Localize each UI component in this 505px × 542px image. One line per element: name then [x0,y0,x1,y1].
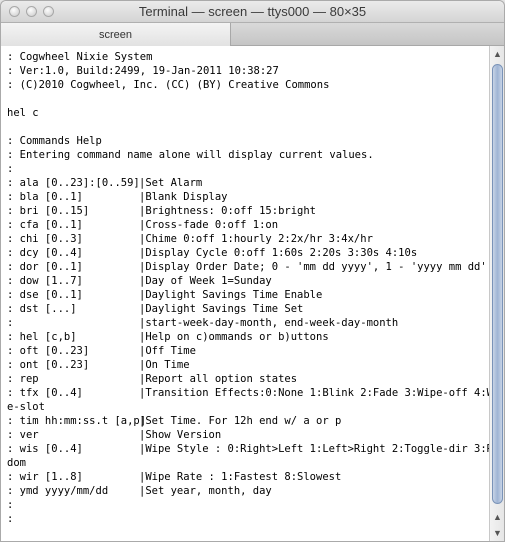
zoom-icon[interactable] [43,6,54,17]
command-row: : dcy [0..4]|Display Cycle 0:off 1:60s 2… [7,246,498,260]
prompt-line: : [7,512,498,526]
command-row: : tfx [0..4]|Transition Effects:0:None 1… [7,386,498,400]
prompt-line: : [7,498,498,512]
command-row: : chi [0..3]|Chime 0:off 1:hourly 2:2x/h… [7,232,498,246]
close-icon[interactable] [9,6,20,17]
scroll-up-icon[interactable]: ▲ [490,509,504,525]
command-row: : bri [0..15]|Brightness: 0:off 15:brigh… [7,204,498,218]
command-row: : oft [0..23]|Off Time [7,344,498,358]
help-header: : Commands Help [7,134,498,148]
command-row: : wis [0..4]|Wipe Style : 0:Right>Left 1… [7,442,498,456]
command-row: : ont [0..23]|On Time [7,358,498,372]
titlebar[interactable]: Terminal — screen — ttys000 — 80×35 [1,1,504,23]
command-row: : cfa [0..1]|Cross-fade 0:off 1:on [7,218,498,232]
command-row-wrap: dom [7,456,498,470]
command-row: : dor [0..1]|Display Order Date; 0 - 'mm… [7,260,498,274]
content-area: : Cogwheel Nixie System: Ver:1.0, Build:… [1,46,504,541]
input-line: hel c [7,106,498,120]
command-row: : ymd yyyy/mm/dd|Set year, month, day [7,484,498,498]
scroll-up-icon[interactable]: ▲ [490,46,504,62]
tab-bar: screen [1,23,504,46]
window-title: Terminal — screen — ttys000 — 80×35 [1,4,504,19]
command-row: : dst [...]|Daylight Savings Time Set [7,302,498,316]
command-row: : hel [c,b]|Help on c)ommands or b)utton… [7,330,498,344]
terminal-window: Terminal — screen — ttys000 — 80×35 scre… [0,0,505,542]
command-row: : ver|Show Version [7,428,498,442]
blank-line: : [7,162,498,176]
command-row-wrap: e-slot [7,400,498,414]
command-row: : bla [0..1]|Blank Display [7,190,498,204]
command-row: :|start-week-day-month, end-week-day-mon… [7,316,498,330]
header-line: : (C)2010 Cogwheel, Inc. (CC) (BY) Creat… [7,78,498,92]
command-row: : tim hh:mm:ss.t [a,p]|Set Time. For 12h… [7,414,498,428]
command-row: : wir [1..8]|Wipe Rate : 1:Fastest 8:Slo… [7,470,498,484]
tab-screen[interactable]: screen [1,23,231,46]
command-row: : rep|Report all option states [7,372,498,386]
blank-line [7,120,498,134]
header-line: : Ver:1.0, Build:2499, 19-Jan-2011 10:38… [7,64,498,78]
scroll-thumb[interactable] [492,64,503,504]
scrollbar[interactable]: ▲ ▲ ▼ [489,46,504,541]
header-line: : Cogwheel Nixie System [7,50,498,64]
terminal-output[interactable]: : Cogwheel Nixie System: Ver:1.0, Build:… [1,46,504,541]
command-row: : dse [0..1]|Daylight Savings Time Enabl… [7,288,498,302]
traffic-lights [9,6,54,17]
scroll-down-icon[interactable]: ▼ [490,525,504,541]
command-row: : dow [1..7]|Day of Week 1=Sunday [7,274,498,288]
blank-line [7,92,498,106]
help-header: : Entering command name alone will displ… [7,148,498,162]
command-row: : ala [0..23]:[0..59]|Set Alarm [7,176,498,190]
minimize-icon[interactable] [26,6,37,17]
